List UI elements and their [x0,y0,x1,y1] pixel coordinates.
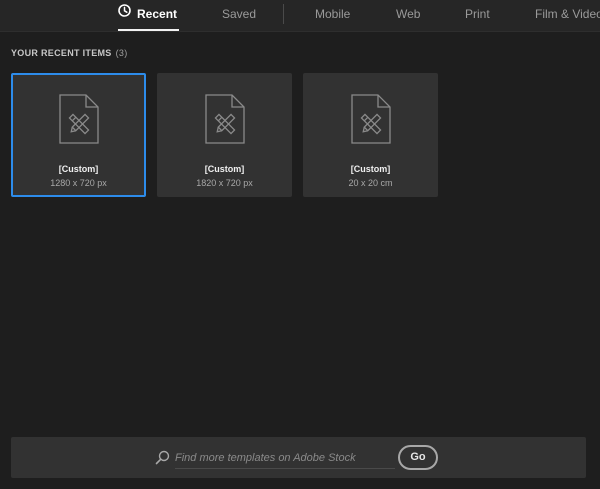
tab-recent[interactable]: Recent [118,0,180,31]
tab-label: Recent [137,7,178,21]
card-dimensions: 20 x 20 cm [348,178,393,188]
stock-search-input[interactable] [175,448,395,469]
tab-saved[interactable]: Saved [222,0,256,31]
card-title: [Custom] [204,164,245,174]
tab-print[interactable]: Print [465,0,490,31]
recent-item-card[interactable]: [Custom] 1820 x 720 px [157,73,292,197]
tab-web[interactable]: Web [396,0,420,31]
recent-items-heading: YOUR RECENT ITEMS (3) [11,48,128,58]
card-dimensions: 1280 x 720 px [50,178,107,188]
card-title: [Custom] [350,164,391,174]
card-title: [Custom] [58,164,99,174]
category-tab-bar: Recent Saved Mobile Web Print Film & Vid… [0,0,600,32]
recent-item-card[interactable]: [Custom] 20 x 20 cm [303,73,438,197]
new-document-window: Recent Saved Mobile Web Print Film & Vid… [0,0,600,489]
search-icon [155,450,170,465]
clock-icon [118,0,131,28]
card-dimensions: 1820 x 720 px [196,178,253,188]
document-pencil-icon [350,94,391,144]
go-button[interactable]: Go [398,445,438,470]
stock-search-bar: Go [11,437,586,478]
document-pencil-icon [204,94,245,144]
recent-items-count: (3) [115,48,128,58]
tab-mobile[interactable]: Mobile [315,0,350,31]
tab-divider [283,4,284,24]
document-pencil-icon [58,94,99,144]
section-title: YOUR RECENT ITEMS [11,48,112,58]
tab-film-video[interactable]: Film & Video [535,0,600,31]
recent-item-card[interactable]: [Custom] 1280 x 720 px [11,73,146,197]
